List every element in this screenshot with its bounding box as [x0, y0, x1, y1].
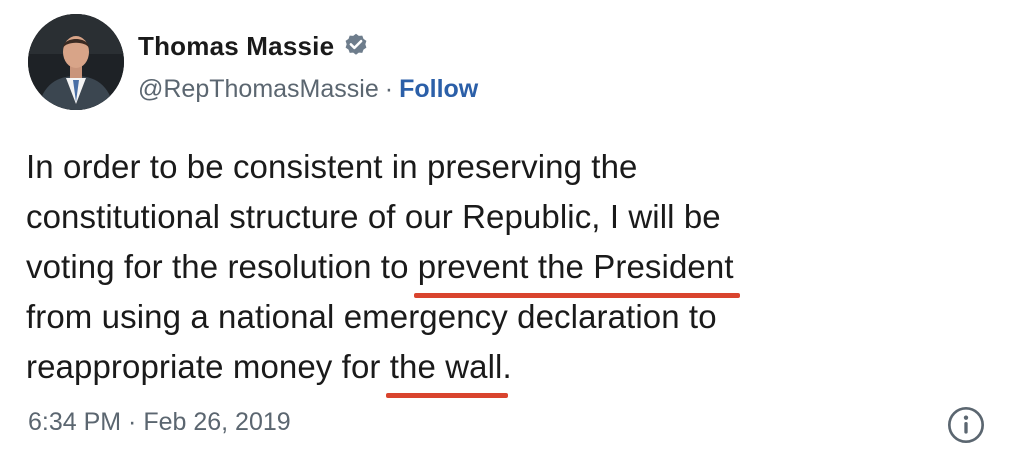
tweet-text-line: voting for the resolution to prevent the… [26, 242, 986, 298]
verified-badge-icon [342, 32, 370, 60]
underlined-phrase: prevent the President [413, 242, 740, 298]
tweet-card: Thomas Massie @RepThomasMassie · Follow … [0, 0, 1024, 465]
tweet-text-line: reappropriate money for the wall. [26, 342, 986, 398]
tweet-text-segment: constitutional structure of our Republic… [26, 198, 721, 235]
underlined-phrase: the wall [385, 342, 509, 398]
author-handle-row: @RepThomasMassie · Follow [138, 70, 478, 108]
author-handle[interactable]: @RepThomasMassie [138, 75, 379, 104]
info-icon[interactable] [946, 405, 986, 445]
avatar[interactable] [28, 14, 124, 110]
tweet-text-line: In order to be consistent in preserving … [26, 142, 986, 192]
tweet-text: In order to be consistent in preserving … [26, 142, 986, 398]
tweet-text-segment: . [502, 348, 512, 385]
profile-photo-icon [28, 14, 124, 110]
tweet-text-line: from using a national emergency declarat… [26, 292, 986, 342]
display-name[interactable]: Thomas Massie [138, 31, 334, 62]
author-name-row: Thomas Massie [138, 26, 370, 66]
tweet-text-segment: In order to be consistent in preserving … [26, 148, 638, 185]
follow-button[interactable]: Follow [399, 75, 478, 104]
separator-dot: · [384, 74, 394, 103]
tweet-text-line: constitutional structure of our Republic… [26, 192, 986, 242]
tweet-text-segment: from using a national emergency declarat… [26, 298, 717, 335]
tweet-text-segment: reappropriate money for [26, 348, 390, 385]
tweet-timestamp[interactable]: 6:34 PM · Feb 26, 2019 [28, 408, 291, 437]
tweet-text-segment: voting for the resolution to [26, 248, 418, 285]
